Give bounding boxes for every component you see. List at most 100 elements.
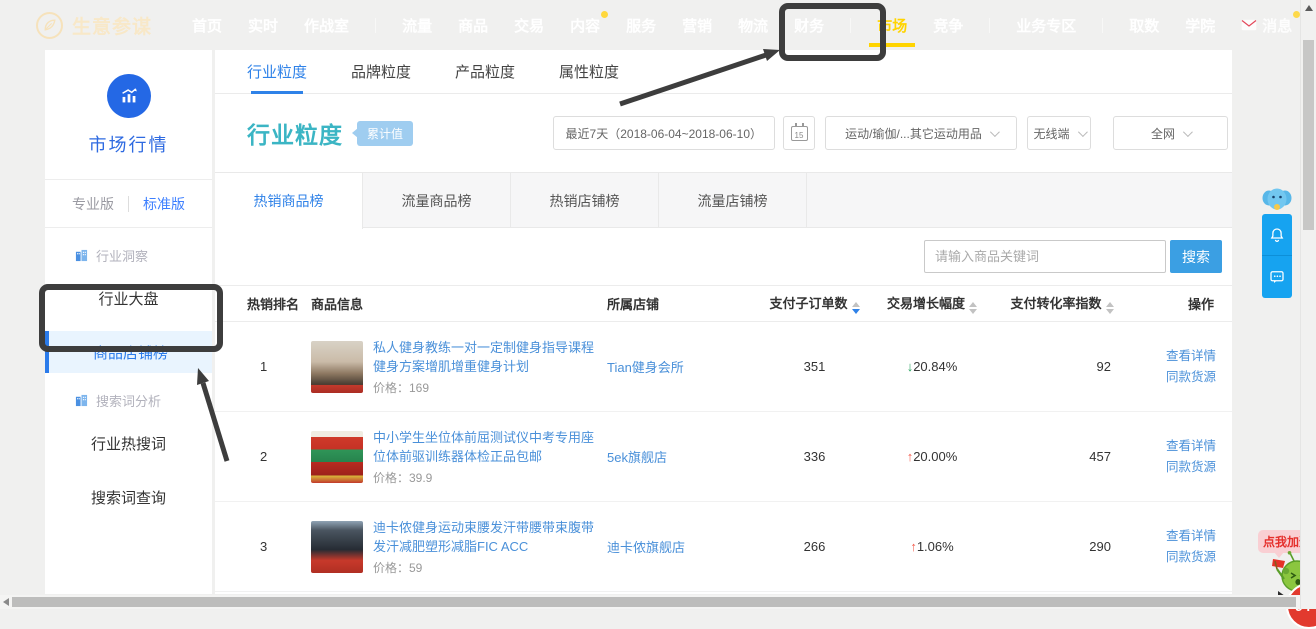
nav-item-competition[interactable]: 竞争 <box>933 0 963 50</box>
version-switcher: 专业版 标准版 <box>45 180 212 228</box>
sidebar-header: 市场行情 <box>45 50 212 180</box>
col-paid-suborders: 支付子订单数 <box>762 293 867 314</box>
category-dropdown[interactable]: 运动/瑜伽/...其它运动用品 <box>825 116 1017 150</box>
search-button[interactable]: 搜索 <box>1170 240 1222 273</box>
paid-suborders-value: 351 <box>762 359 867 374</box>
sidebar-item-search-word-query[interactable]: 搜索词查询 <box>45 476 212 518</box>
bell-icon <box>1268 226 1286 244</box>
chevron-down-icon <box>1183 127 1193 137</box>
nav-item-content[interactable]: 内容 <box>570 0 600 50</box>
scope-dropdown[interactable]: 全网 <box>1113 116 1228 150</box>
nav-item-marketing[interactable]: 营销 <box>682 0 712 50</box>
tab-hot-shops[interactable]: 热销店铺榜 <box>511 173 659 228</box>
nav-item-service[interactable]: 服务 <box>626 0 656 50</box>
sidebar-item-product-shop-ranking[interactable]: 商品店铺榜 <box>45 331 212 373</box>
nav-item-realtime[interactable]: 实时 <box>248 0 278 50</box>
conversion-index-value: 457 <box>997 449 1127 464</box>
nav-item-trade[interactable]: 交易 <box>514 0 544 50</box>
vertical-scroll-thumb[interactable] <box>1303 40 1314 230</box>
horizontal-scrollbar[interactable] <box>0 595 1300 609</box>
nav-item-messages[interactable]: 消息 <box>1241 0 1292 50</box>
product-image[interactable] <box>311 341 363 393</box>
search-row: 搜索 <box>215 228 1232 285</box>
col-product-info: 商品信息 <box>311 294 607 313</box>
shop-link[interactable]: 5ek旗舰店 <box>607 447 762 466</box>
granularity-tabs: 行业粒度 品牌粒度 产品粒度 属性粒度 <box>215 50 1232 94</box>
section-search-analysis: 搜索词分析 <box>45 373 212 410</box>
nav-separator <box>850 18 851 33</box>
vertical-scrollbar[interactable] <box>1300 0 1316 609</box>
tab-industry-granularity[interactable]: 行业粒度 <box>247 50 307 94</box>
nav-item-data-fetch[interactable]: 取数 <box>1129 0 1159 50</box>
tab-product-granularity[interactable]: 产品粒度 <box>455 50 515 94</box>
nav-item-logistics[interactable]: 物流 <box>738 0 768 50</box>
table-header: 热销排名 商品信息 所属店铺 支付子订单数 交易增长幅度 支付转化率指数 操作 <box>215 285 1232 322</box>
conversion-index-value: 92 <box>997 359 1127 374</box>
sort-icon[interactable] <box>852 302 860 314</box>
brand-name: 生意参谋 <box>72 12 152 39</box>
nav-item-market[interactable]: 市场 <box>877 0 907 50</box>
same-supply-link[interactable]: 同款货源 <box>1127 367 1216 388</box>
view-detail-link[interactable]: 查看详情 <box>1127 346 1216 367</box>
product-image[interactable] <box>311 521 363 573</box>
main-content: 行业粒度 品牌粒度 产品粒度 属性粒度 行业粒度 累计值 最近7天（2018-0… <box>215 50 1232 594</box>
market-chart-icon[interactable] <box>107 74 151 118</box>
nav-item-academy[interactable]: 学院 <box>1185 0 1215 50</box>
brand[interactable]: 生意参谋 <box>36 12 152 39</box>
building-icon <box>75 394 88 407</box>
trade-growth-value: ↓20.84% <box>867 359 997 374</box>
ranking-tabs: 热销商品榜 流量商品榜 热销店铺榜 流量店铺榜 <box>215 172 1232 228</box>
scroll-up-arrow-icon[interactable] <box>1305 5 1313 11</box>
view-detail-link[interactable]: 查看详情 <box>1127 436 1216 457</box>
product-image[interactable] <box>311 431 363 483</box>
product-price: 价格：59 <box>373 559 601 576</box>
sidebar-item-industry-overview[interactable]: 行业大盘 <box>45 277 212 319</box>
date-range-selector[interactable]: 最近7天（2018-06-04~2018-06-10） <box>553 116 775 150</box>
sort-icon[interactable] <box>969 302 977 314</box>
elephant-mascot <box>1261 185 1293 218</box>
nav-item-business-zone[interactable]: 业务专区 <box>1016 0 1076 50</box>
tab-pro-version[interactable]: 专业版 <box>72 194 114 214</box>
notifications-button[interactable] <box>1262 214 1292 256</box>
table-row: 2 中小学生坐位体前屈测试仪中考专用座位体前驱训练器体检正品包邮 价格：39.9… <box>215 412 1232 502</box>
rank-number: 3 <box>247 539 311 554</box>
keyword-search-input[interactable] <box>924 240 1166 273</box>
sort-icon[interactable] <box>1106 302 1114 314</box>
tab-attribute-granularity[interactable]: 属性粒度 <box>559 50 619 94</box>
rank-number: 1 <box>247 359 311 374</box>
col-conversion-index: 支付转化率指数 <box>997 293 1127 314</box>
terminal-dropdown[interactable]: 无线端 <box>1027 116 1091 150</box>
compass-logo-icon <box>36 12 63 39</box>
nav-item-warroom[interactable]: 作战室 <box>304 0 349 50</box>
tab-hot-products[interactable]: 热销商品榜 <box>215 173 363 229</box>
same-supply-link[interactable]: 同款货源 <box>1127 547 1216 568</box>
nav-separator <box>1102 18 1103 33</box>
horizontal-scroll-thumb[interactable] <box>12 597 1296 607</box>
tab-standard-version[interactable]: 标准版 <box>143 194 185 214</box>
product-price: 价格：39.9 <box>373 469 601 486</box>
tab-brand-granularity[interactable]: 品牌粒度 <box>351 50 411 94</box>
chat-button[interactable] <box>1262 256 1292 298</box>
page-title: 行业粒度 <box>247 116 343 150</box>
product-title-link[interactable]: 迪卡侬健身运动束腰发汗带腰带束腹带发汗减肥塑形减脂FIC ACC <box>373 518 601 556</box>
view-detail-link[interactable]: 查看详情 <box>1127 526 1216 547</box>
calendar-button[interactable]: 15 <box>783 116 815 150</box>
shop-link[interactable]: 迪卡侬旗舰店 <box>607 537 762 556</box>
product-title-link[interactable]: 中小学生坐位体前屈测试仪中考专用座位体前驱训练器体检正品包邮 <box>373 428 601 466</box>
nav-item-home[interactable]: 首页 <box>192 0 222 50</box>
same-supply-link[interactable]: 同款货源 <box>1127 457 1216 478</box>
tab-traffic-shops[interactable]: 流量店铺榜 <box>659 173 807 228</box>
nav-menu: 首页 实时 作战室 流量 商品 交易 内容 服务 营销 物流 财务 市场 竞争 … <box>192 0 1292 50</box>
nav-item-traffic[interactable]: 流量 <box>402 0 432 50</box>
table-row: 1 私人健身教练一对一定制健身指导课程健身方案增肌增重健身计划 价格：169 T… <box>215 322 1232 412</box>
scroll-left-arrow-icon[interactable] <box>3 598 9 606</box>
tab-traffic-products[interactable]: 流量商品榜 <box>363 173 511 228</box>
nav-item-finance[interactable]: 财务 <box>794 0 824 50</box>
product-info: 中小学生坐位体前屈测试仪中考专用座位体前驱训练器体检正品包邮 价格：39.9 <box>311 428 607 486</box>
sidebar-item-hot-search-words[interactable]: 行业热搜词 <box>45 422 212 464</box>
shop-link[interactable]: Tian健身会所 <box>607 357 762 376</box>
product-price: 价格：169 <box>373 379 601 396</box>
rank-number: 2 <box>247 449 311 464</box>
nav-item-goods[interactable]: 商品 <box>458 0 488 50</box>
product-title-link[interactable]: 私人健身教练一对一定制健身指导课程健身方案增肌增重健身计划 <box>373 338 601 376</box>
